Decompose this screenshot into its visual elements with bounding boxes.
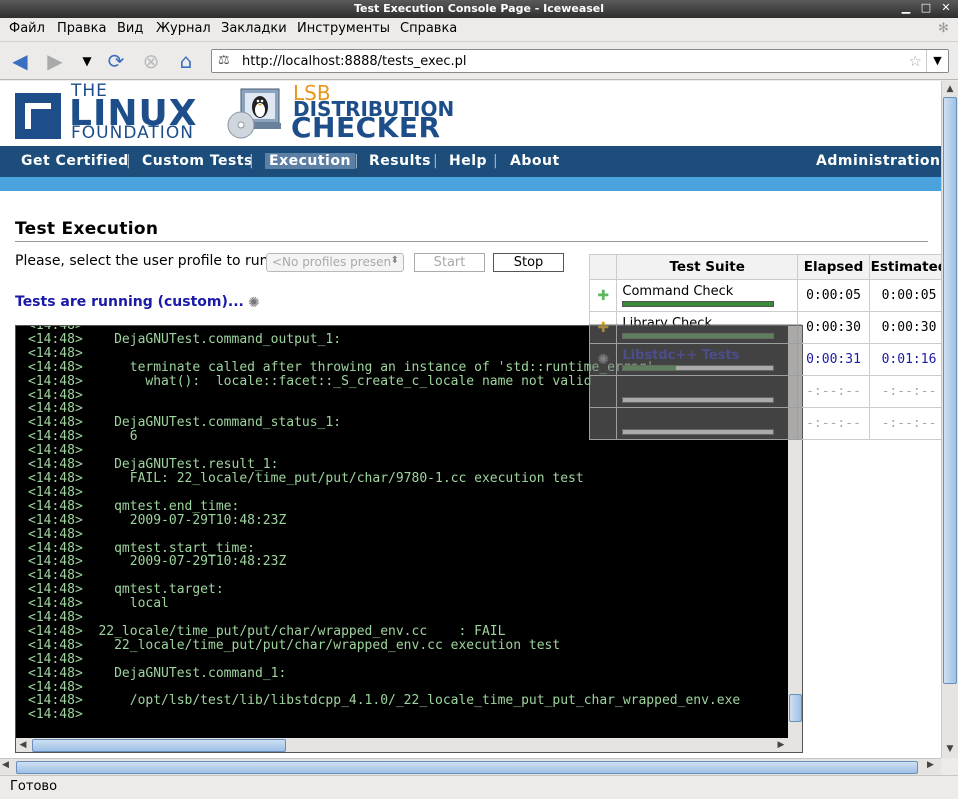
page-vscroll-thumb[interactable]	[943, 97, 957, 684]
linux-foundation-mark-icon	[15, 93, 61, 139]
url-dropdown-icon[interactable]: ▼	[926, 50, 948, 72]
console-hscroll-thumb[interactable]	[32, 739, 286, 752]
elapsed-cell: -:--:--	[796, 375, 871, 408]
page-horizontal-scrollbar[interactable]: ◀ ▶	[0, 758, 941, 775]
estimated-cell: -:--:--	[869, 375, 941, 408]
nav-separator: |	[354, 153, 359, 169]
page-title: Test Execution	[15, 219, 159, 239]
nav-separator: |	[433, 153, 438, 169]
estimated-cell: 0:00:05	[869, 279, 941, 312]
nav-get-certified[interactable]: Get Certified	[21, 153, 129, 169]
console-vscroll-thumb[interactable]	[789, 694, 802, 722]
start-button[interactable]: Start	[414, 253, 485, 272]
nav-about[interactable]: About	[510, 153, 560, 169]
status-bar: Готово	[0, 775, 958, 799]
forward-arrow-icon[interactable]: ▶	[44, 50, 66, 72]
header-estimated: Estimated	[869, 254, 941, 280]
scroll-right-icon[interactable]: ▶	[927, 760, 934, 770]
loading-spinner-icon: ✺	[248, 295, 260, 311]
navigation-toolbar: ◀ ▶ ▼ ⟳ ⊗ ⌂ ⚖ http://localhost:8888/test…	[0, 42, 958, 80]
scroll-right-icon[interactable]: ▶	[774, 738, 788, 752]
menu-tools[interactable]: Инструменты	[297, 21, 390, 36]
console-horizontal-scrollbar[interactable]: ◀ ▶	[16, 738, 802, 752]
activity-throbber-icon: ✻	[938, 21, 949, 36]
window-titlebar: Test Execution Console Page - Iceweasel …	[0, 0, 958, 18]
scroll-down-icon[interactable]: ▼	[942, 741, 958, 757]
elapsed-cell: 0:00:31	[796, 343, 871, 376]
estimated-cell: -:--:--	[869, 407, 941, 440]
nav-administration[interactable]: Administration	[816, 153, 940, 169]
nav-execution[interactable]: Execution	[265, 153, 355, 169]
history-dropdown-icon[interactable]: ▼	[76, 50, 98, 72]
title-divider	[15, 241, 928, 242]
nav-custom-tests[interactable]: Custom Tests	[142, 153, 253, 169]
suite-progress-fill	[623, 301, 774, 306]
chevron-updown-icon: ⬍	[390, 255, 399, 266]
url-text[interactable]: http://localhost:8888/tests_exec.pl	[242, 54, 466, 69]
menu-edit[interactable]: Правка	[57, 21, 106, 36]
nav-separator: |	[493, 153, 498, 169]
menu-bar: Файл Правка Вид Журнал Закладки Инструме…	[0, 18, 958, 42]
reload-icon[interactable]: ⟳	[105, 50, 127, 72]
estimated-cell: 0:00:30	[869, 311, 941, 344]
profile-select[interactable]: <No profiles presen ⬍	[266, 253, 404, 272]
menu-history[interactable]: Журнал	[156, 21, 211, 36]
scroll-left-icon[interactable]: ◀	[16, 738, 30, 752]
nav-accent-bar	[0, 177, 941, 191]
bookmark-star-icon[interactable]: ☆	[909, 52, 922, 70]
site-identity-icon[interactable]: ⚖	[218, 53, 230, 68]
header-test-suite: Test Suite	[616, 254, 798, 280]
window-title: Test Execution Console Page - Iceweasel	[353, 2, 605, 15]
elapsed-cell: 0:00:05	[796, 279, 871, 312]
scroll-up-icon[interactable]: ▲	[942, 81, 958, 97]
nav-separator: |	[126, 153, 131, 169]
back-arrow-icon[interactable]: ◀	[9, 50, 31, 72]
penguin-cd-icon	[227, 88, 281, 139]
maximize-icon[interactable]: □	[920, 2, 932, 14]
estimated-cell: 0:01:16	[869, 343, 941, 376]
url-bar[interactable]: ⚖ http://localhost:8888/tests_exec.pl ☆ …	[211, 49, 949, 73]
nav-separator: |	[249, 153, 254, 169]
run-status: Tests are running (custom)...	[15, 294, 244, 310]
main-nav: Get Certified | Custom Tests | Execution…	[0, 146, 941, 177]
menu-help[interactable]: Справка	[400, 21, 457, 36]
page-content: THE LINUX FOUNDATION LSB DISTRIBUTION CH…	[0, 81, 941, 758]
logo-foundation: FOUNDATION	[71, 123, 194, 143]
table-header-row: Test Suite Elapsed Estimated	[588, 254, 941, 280]
profile-select-value: <No profiles presen	[272, 255, 392, 269]
minimize-icon[interactable]: ▁	[900, 2, 912, 14]
logo-checker: CHECKER	[291, 111, 441, 144]
nav-results[interactable]: Results	[369, 153, 431, 169]
plus-icon: ✚	[597, 287, 610, 304]
page-hscroll-thumb[interactable]	[16, 761, 918, 774]
status-text: Готово	[10, 779, 58, 794]
home-icon[interactable]: ⌂	[175, 50, 197, 72]
header-elapsed: Elapsed	[796, 254, 871, 280]
profile-label: Please, select the user profile to run:	[15, 253, 274, 269]
stop-button[interactable]: Stop	[493, 253, 564, 272]
suite-progress-bar	[622, 300, 775, 307]
close-icon[interactable]: ✕	[940, 2, 952, 14]
elapsed-cell: -:--:--	[796, 407, 871, 440]
menu-bookmarks[interactable]: Закладки	[221, 21, 287, 36]
elapsed-cell: 0:00:30	[796, 311, 871, 344]
scroll-left-icon[interactable]: ◀	[2, 760, 9, 770]
nav-help[interactable]: Help	[449, 153, 487, 169]
menu-view[interactable]: Вид	[117, 21, 143, 36]
loading-overlay	[589, 324, 802, 440]
suite-name[interactable]: Command Check	[622, 284, 792, 299]
page-vertical-scrollbar[interactable]: ▲ ▼	[941, 81, 958, 758]
menu-file[interactable]: Файл	[9, 21, 45, 36]
stop-icon[interactable]: ⊗	[140, 50, 162, 72]
header-icon-column	[588, 254, 618, 280]
table-row: ✚ Command Check 0:00:05 0:00:05	[588, 279, 941, 312]
